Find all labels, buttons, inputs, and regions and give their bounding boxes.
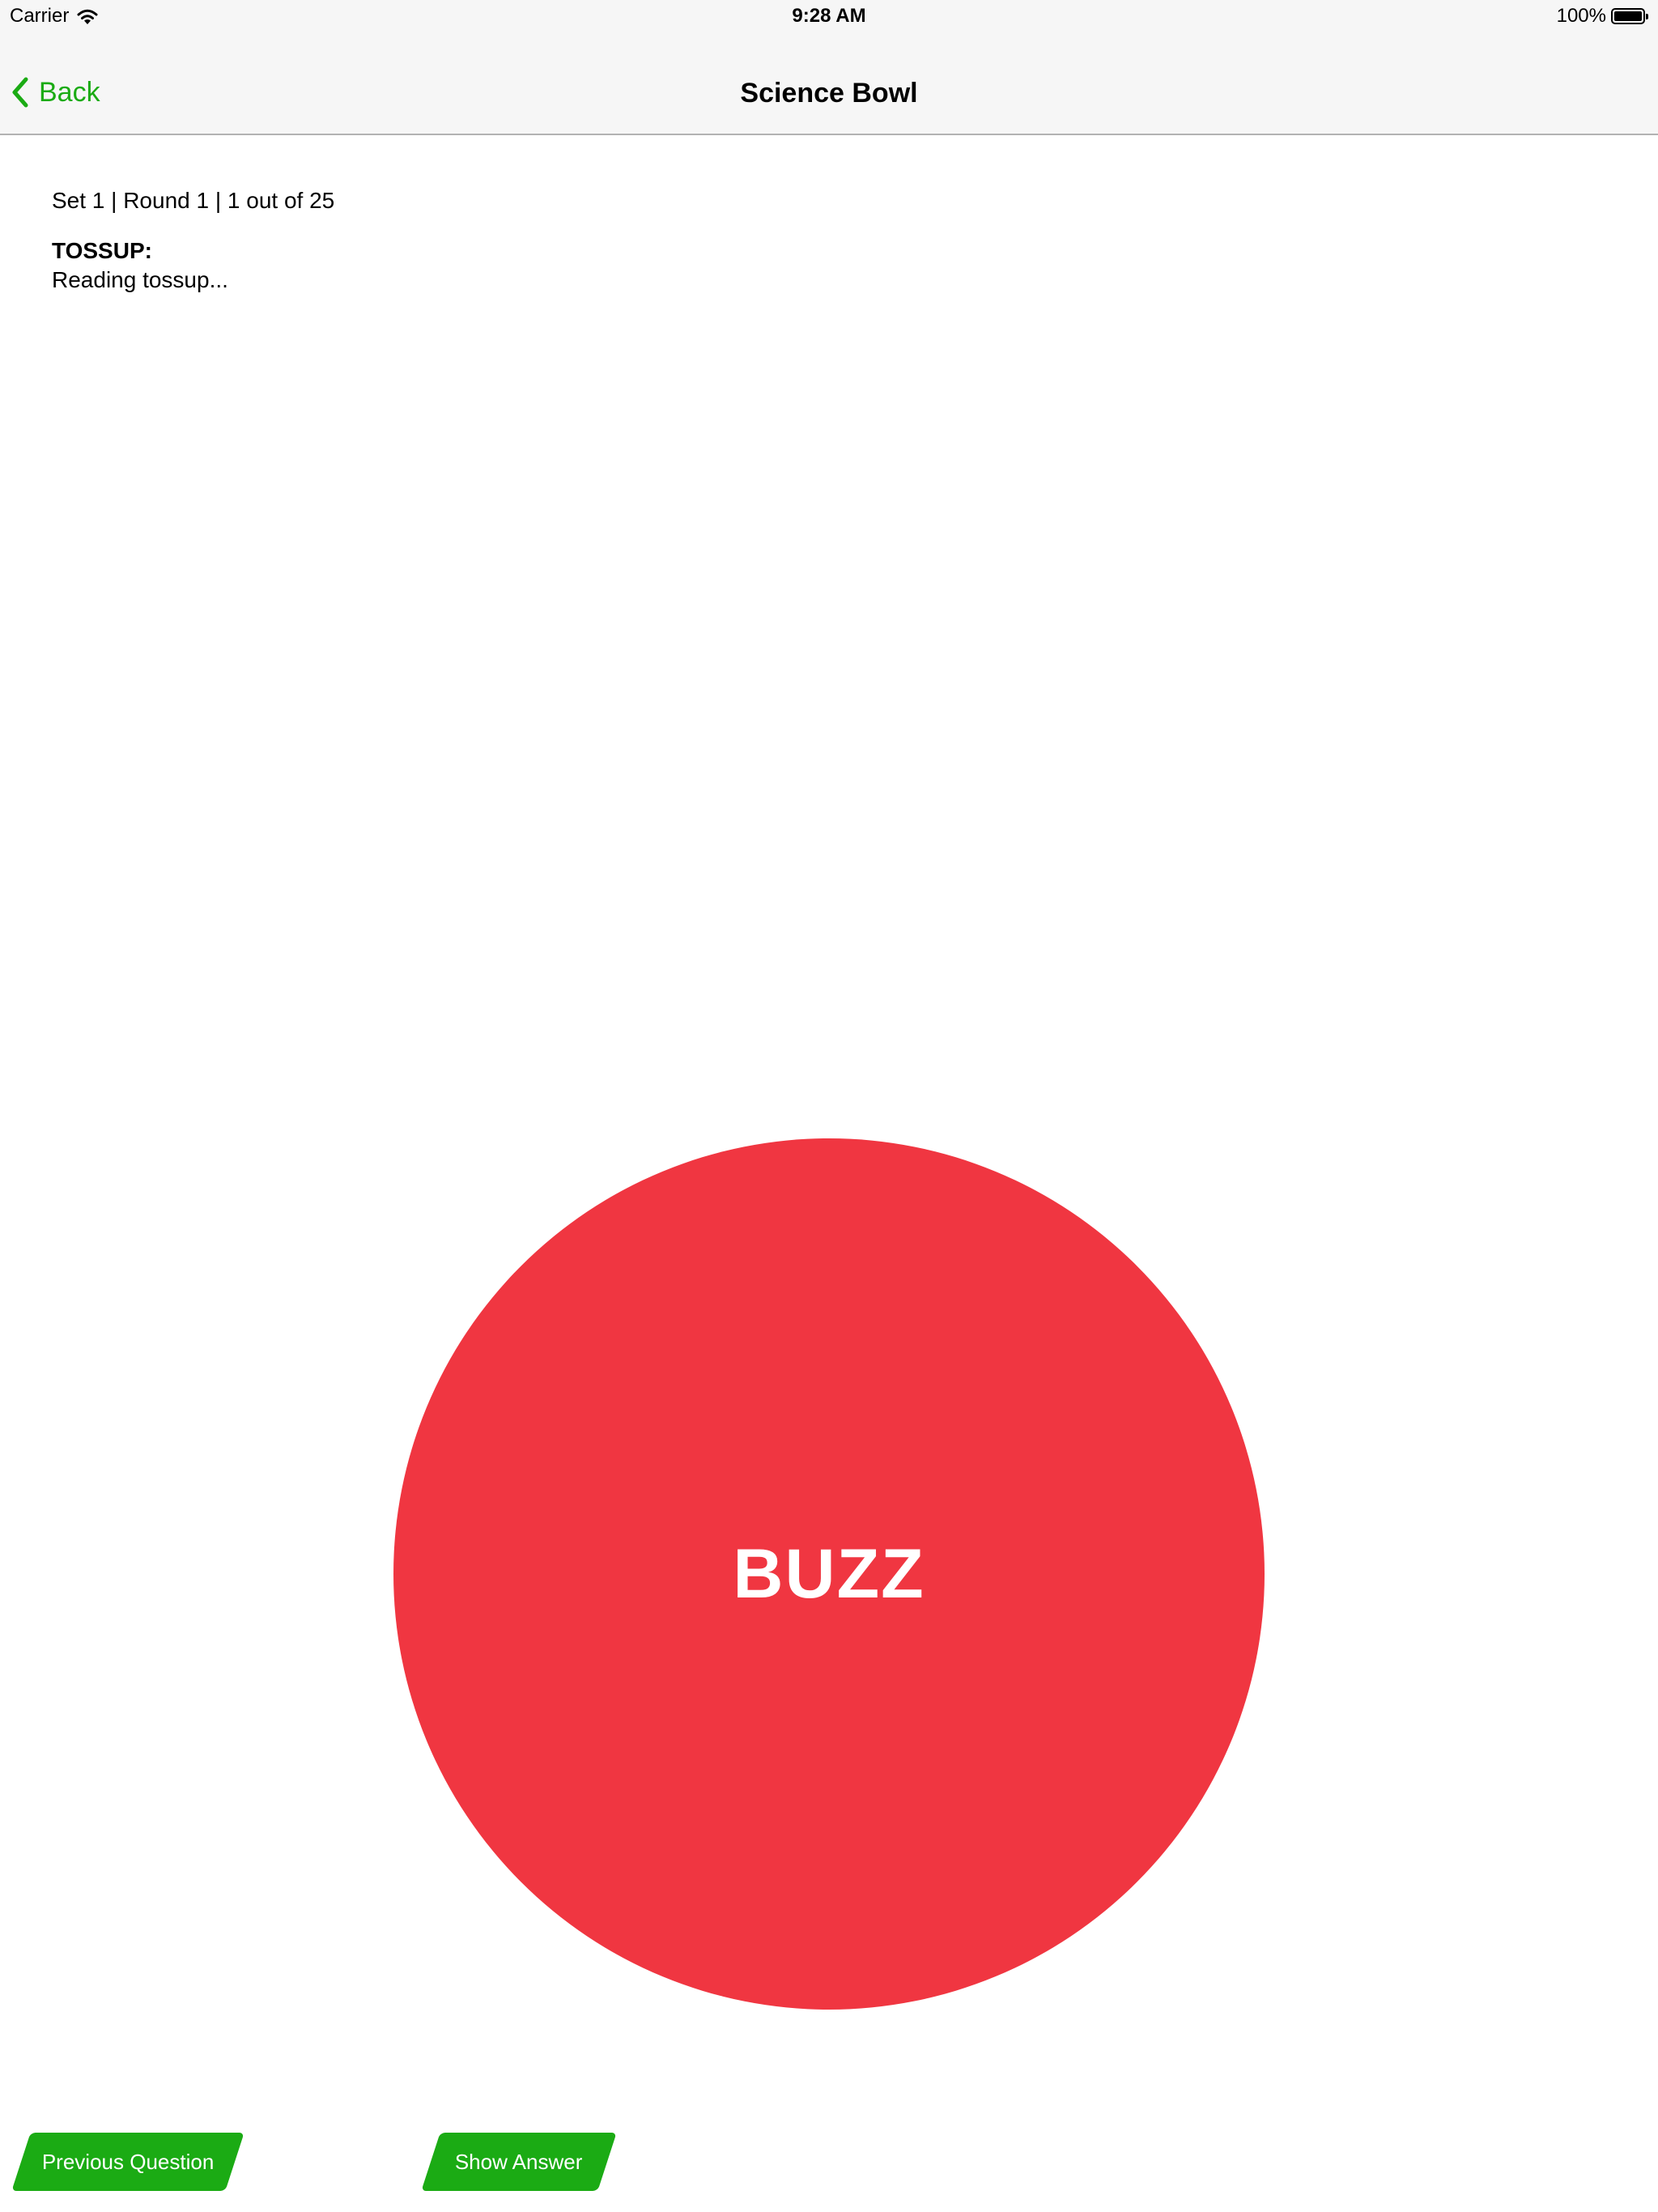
question-panel: Set 1 | Round 1 | 1 out of 25 TOSSUP: Re… [52, 186, 334, 295]
buzz-button[interactable]: BUZZ [393, 1138, 1265, 2010]
show-answer-label: Show Answer [455, 2149, 583, 2174]
battery-indicator: 100% [1556, 5, 1648, 28]
battery-icon [1611, 8, 1648, 24]
page-title: Science Bowl [740, 78, 918, 108]
previous-question-button[interactable]: Previous Question [11, 2133, 244, 2191]
previous-question-label: Previous Question [41, 2149, 215, 2174]
show-answer-button[interactable]: Show Answer [421, 2133, 617, 2191]
status-time: 9:28 AM [792, 5, 866, 27]
question-type-label: TOSSUP: [52, 238, 152, 263]
question-status-text: Reading tossup... [52, 267, 228, 292]
question-meta: Set 1 | Round 1 | 1 out of 25 [52, 188, 335, 213]
status-bar: Carrier 9:28 AM 100% [0, 0, 1658, 32]
battery-percent: 100% [1556, 5, 1606, 27]
buzz-label: BUZZ [733, 1534, 925, 1613]
navigation-bar: Back Science Bowl [0, 32, 1658, 135]
